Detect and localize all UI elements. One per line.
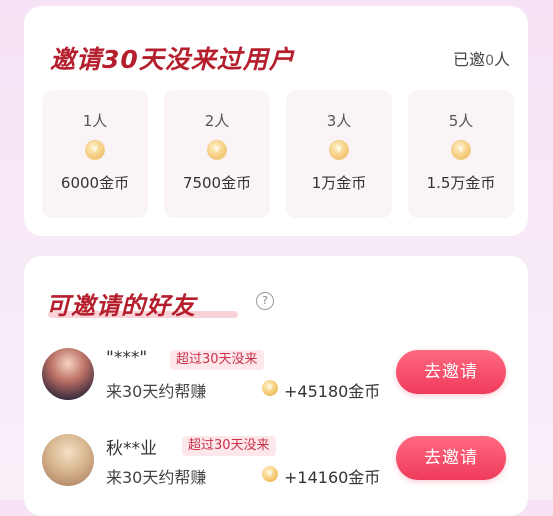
coin-icon: ¥ <box>262 380 278 396</box>
earn-label: 来30天约帮赚 <box>106 468 207 487</box>
reward-tier: 1人 ¥ 6000金币 <box>42 90 148 218</box>
invited-suffix: 人 <box>493 50 510 69</box>
reward-tier: 2人 ¥ 7500金币 <box>164 90 270 218</box>
inactive-tag: 超过30天没来 <box>170 350 264 370</box>
coin-icon: ¥ <box>262 466 278 482</box>
invite-rewards-card: 邀请30天没来过用户 已邀0人 1人 ¥ 6000金币 2人 ¥ 7500金币 … <box>24 6 528 236</box>
invited-count: 已邀0人 <box>453 46 510 70</box>
reward-tier: 3人 ¥ 1万金币 <box>286 90 392 218</box>
tier-reward: 6000金币 <box>60 174 130 192</box>
invitable-friends-card: 可邀请的好友 ? "***" 超过30天没来 来30天约帮赚 ¥ +45180金… <box>24 256 528 516</box>
friend-name: "***" <box>106 348 148 368</box>
reward-tiers: 1人 ¥ 6000金币 2人 ¥ 7500金币 3人 ¥ 1万金币 5人 ¥ 1… <box>42 90 514 218</box>
help-circle-icon[interactable]: ? <box>256 292 274 310</box>
tier-people: 1人 <box>82 112 108 130</box>
tier-reward: 7500金币 <box>182 174 252 192</box>
avatar <box>42 348 94 400</box>
earn-amount: +14160金币 <box>284 468 381 487</box>
earn-amount: +45180金币 <box>284 382 381 401</box>
coin-icon: ¥ <box>85 140 105 160</box>
invite-button[interactable]: 去邀请 <box>396 350 506 394</box>
reward-tier: 5人 ¥ 1.5万金币 <box>408 90 514 218</box>
friend-name: 秋**业 <box>106 439 157 459</box>
invitable-friends-title: 可邀请的好友 <box>46 292 196 320</box>
friend-row: "***" 超过30天没来 来30天约帮赚 ¥ +45180金币 去邀请 <box>42 348 512 412</box>
tier-reward: 1.5万金币 <box>426 174 496 192</box>
invited-number: 0 <box>485 53 494 69</box>
coin-icon: ¥ <box>451 140 471 160</box>
coin-icon: ¥ <box>329 140 349 160</box>
tier-reward: 1万金币 <box>311 174 367 192</box>
coin-icon: ¥ <box>207 140 227 160</box>
tier-people: 3人 <box>326 112 352 130</box>
invite-rewards-title: 邀请30天没来过用户 <box>50 45 295 74</box>
avatar <box>42 434 94 486</box>
inactive-tag: 超过30天没来 <box>182 436 276 456</box>
tier-people: 2人 <box>204 112 230 130</box>
friend-row: 秋**业 超过30天没来 来30天约帮赚 ¥ +14160金币 去邀请 <box>42 434 512 498</box>
earn-label: 来30天约帮赚 <box>106 382 207 401</box>
invite-button[interactable]: 去邀请 <box>396 436 506 480</box>
tier-people: 5人 <box>448 112 474 130</box>
invited-prefix: 已邀 <box>453 50 486 69</box>
